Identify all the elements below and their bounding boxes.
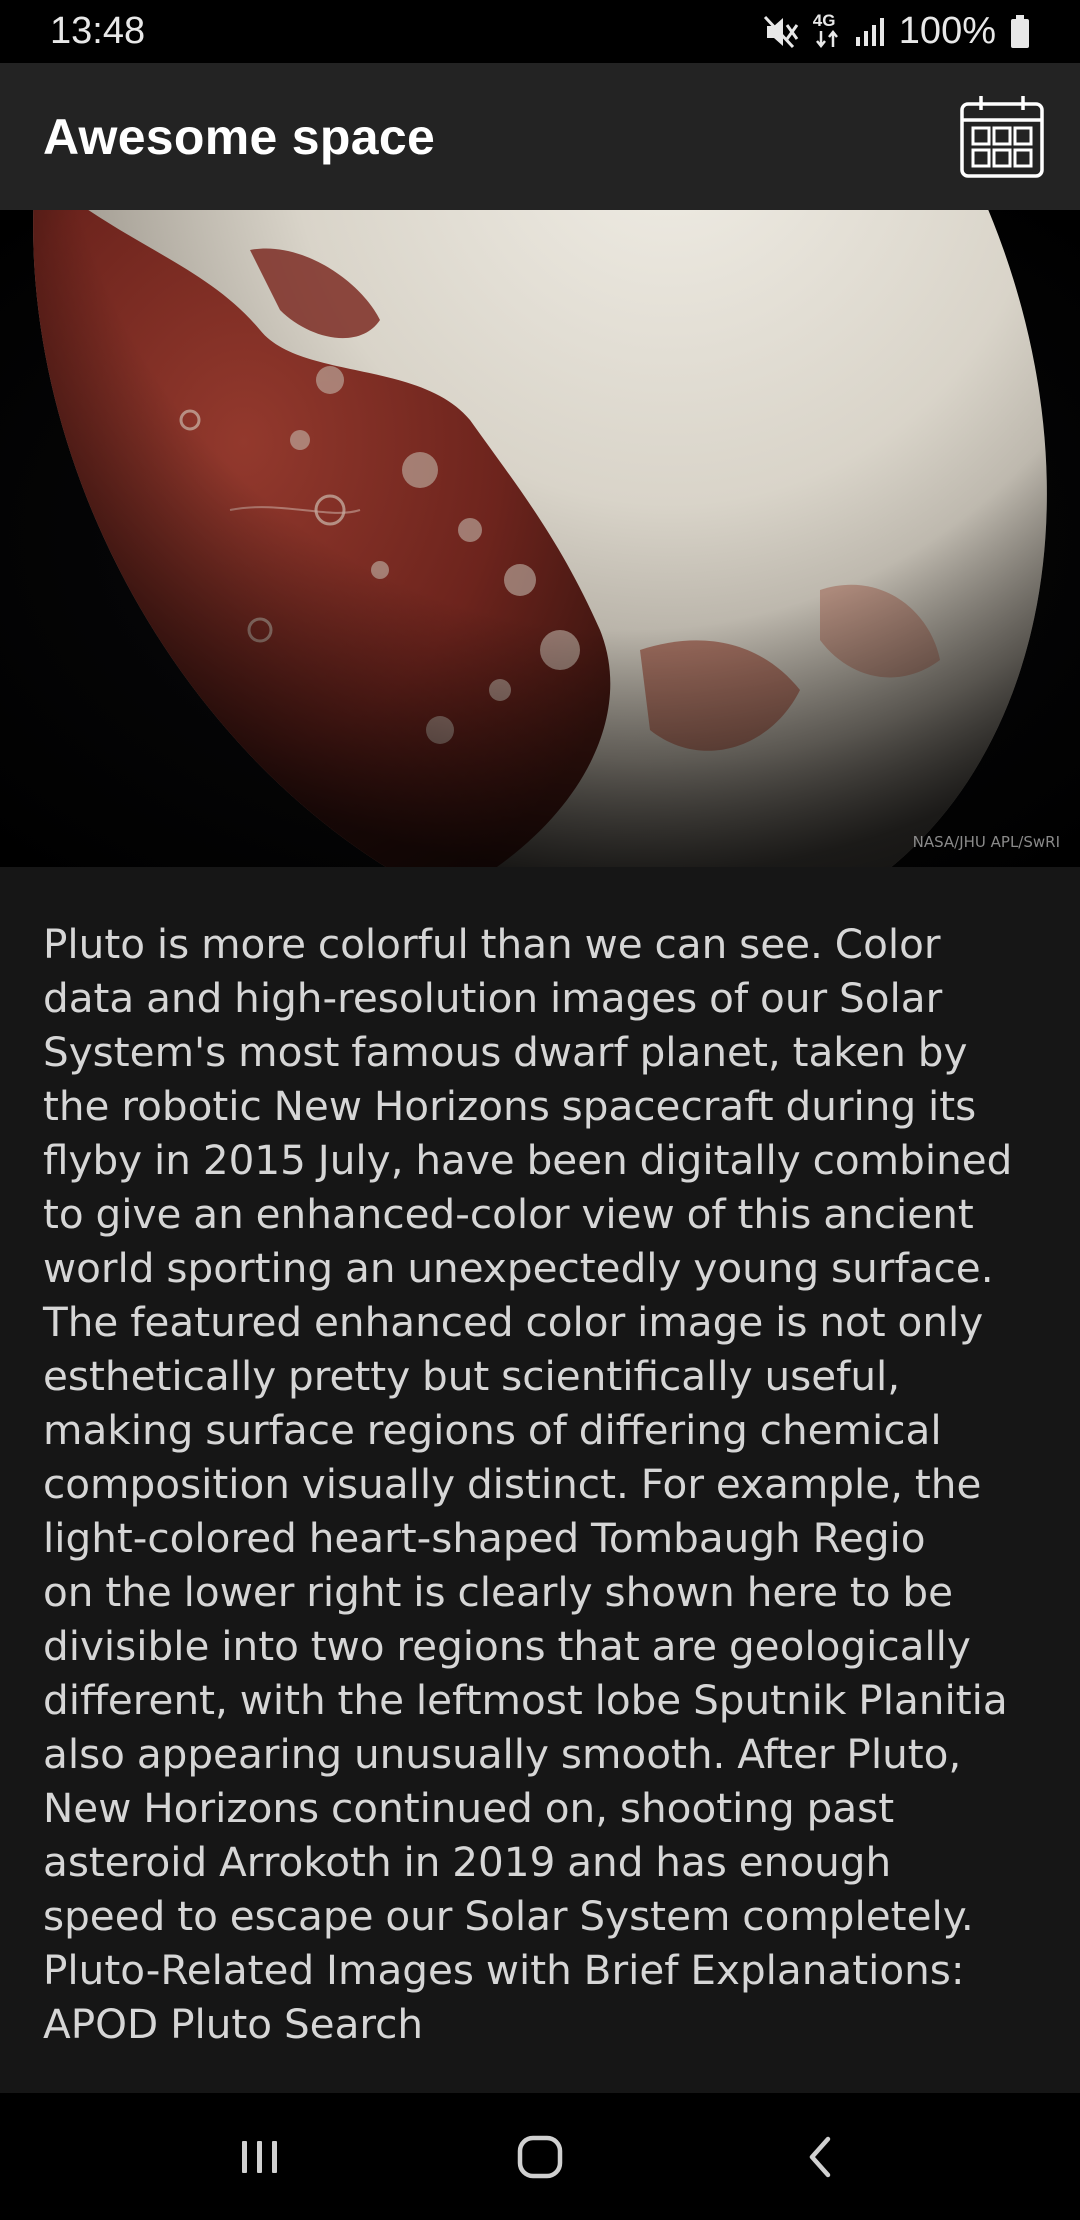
app-bar: Awesome space (0, 63, 1080, 210)
status-bar: 13:48 4G 100% (0, 0, 1080, 63)
pluto-image[interactable]: NASA/JHU APL/SwRI (0, 210, 1080, 867)
4g-data-icon: 4G (813, 11, 841, 49)
battery-icon (1010, 14, 1030, 49)
back-button[interactable] (760, 2112, 880, 2202)
pluto-illustration (0, 210, 1080, 867)
apod-explanation: Pluto is more colorful than we can see. … (43, 920, 1013, 2048)
calendar-button[interactable] (956, 91, 1048, 183)
battery-percent: 100% (898, 10, 996, 52)
signal-icon (855, 17, 885, 47)
recent-apps-button[interactable] (200, 2112, 320, 2202)
status-icons: 4G 100% (763, 10, 1030, 53)
image-credit: NASA/JHU APL/SwRI (912, 833, 1060, 851)
status-time: 13:48 (50, 10, 146, 52)
home-button[interactable] (480, 2112, 600, 2202)
calendar-icon (960, 95, 1044, 178)
mute-icon (763, 15, 799, 49)
recent-apps-icon (242, 2140, 277, 2173)
app-title: Awesome space (43, 108, 436, 165)
home-icon (517, 2135, 563, 2178)
content-area: Pluto is more colorful than we can see. … (0, 867, 1080, 2093)
navigation-bar (0, 2093, 1080, 2220)
back-icon (809, 2136, 831, 2177)
